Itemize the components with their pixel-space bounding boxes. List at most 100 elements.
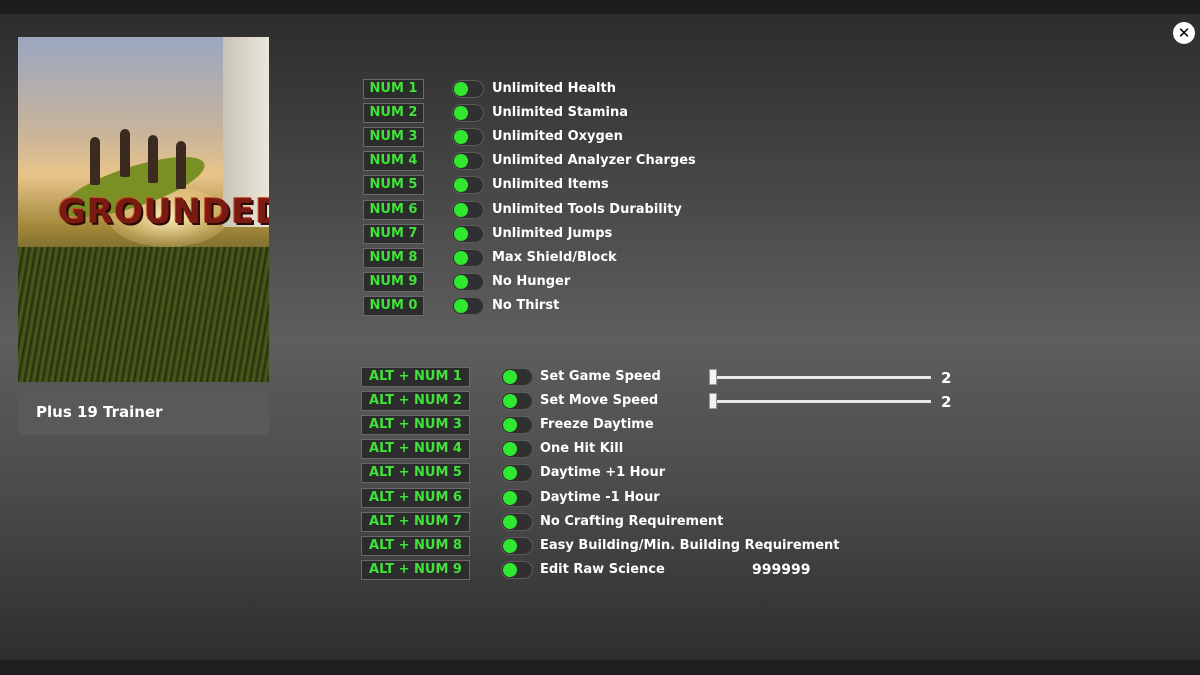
toggle-knob — [454, 202, 468, 217]
cheat-toggle[interactable] — [452, 104, 484, 123]
hotkey-badge: NUM 2 — [363, 103, 424, 124]
slider-value: 2 — [941, 369, 952, 387]
cheat-label: Unlimited Health — [492, 81, 616, 96]
cheat-toggle[interactable] — [501, 416, 533, 435]
toggle-knob — [503, 514, 517, 529]
cheat-toggle[interactable] — [452, 200, 484, 219]
cheat-label: No Hunger — [492, 273, 571, 289]
cheat-row: ALT + NUM 3 Freeze Daytime — [361, 415, 981, 436]
hotkey-badge: NUM 3 — [363, 127, 424, 148]
cheat-row: ALT + NUM 9 Edit Raw Science 999999 — [361, 559, 981, 580]
cheat-label: Unlimited Items — [492, 177, 609, 193]
cheat-label: Daytime +1 Hour — [540, 465, 666, 481]
toggle-knob — [503, 418, 517, 433]
cheat-label: Max Shield/Block — [492, 249, 617, 265]
toggle-knob — [454, 178, 468, 193]
cheat-row: NUM 1 Unlimited Health — [363, 79, 983, 99]
slider-track[interactable] — [713, 376, 931, 379]
cover-grass — [18, 247, 269, 382]
cheat-label: Set Game Speed — [540, 369, 661, 384]
toggle-knob — [503, 466, 517, 481]
cover-character — [176, 141, 186, 189]
hotkey-badge: NUM 1 — [363, 79, 424, 99]
cheat-row: NUM 7 Unlimited Jumps — [363, 223, 983, 244]
hotkey-badge: ALT + NUM 7 — [361, 511, 470, 532]
cover-character — [90, 137, 100, 185]
cheat-row: ALT + NUM 4 One Hit Kill — [361, 439, 981, 460]
cheat-toggle[interactable] — [501, 464, 533, 483]
cheat-label: No Thirst — [492, 297, 560, 313]
cheat-label: One Hit Kill — [540, 441, 624, 457]
cheat-label: Set Move Speed — [540, 393, 659, 409]
toggle-knob — [454, 226, 468, 241]
cheat-row: ALT + NUM 5 Daytime +1 Hour — [361, 463, 981, 484]
slider-thumb[interactable] — [709, 393, 717, 410]
toggle-knob — [503, 490, 517, 505]
cheat-toggle[interactable] — [501, 392, 533, 411]
cheat-row: NUM 5 Unlimited Items — [363, 175, 983, 196]
cheat-label: Unlimited Analyzer Charges — [492, 153, 696, 169]
cheat-label: Easy Building/Min. Building Requirement — [540, 537, 840, 553]
cover-character — [148, 135, 158, 183]
cheat-label: Unlimited Oxygen — [492, 129, 623, 145]
toggle-knob — [454, 274, 468, 289]
cheat-toggle[interactable] — [501, 560, 533, 579]
hotkey-badge: ALT + NUM 8 — [361, 535, 470, 556]
hotkey-badge: ALT + NUM 2 — [361, 391, 470, 412]
cheat-label: Unlimited Jumps — [492, 225, 613, 241]
hotkey-badge: ALT + NUM 9 — [361, 559, 470, 580]
hotkey-badge: NUM 5 — [363, 175, 424, 196]
trainer-title: Plus 19 Trainer — [18, 389, 269, 435]
hotkey-badge: ALT + NUM 4 — [361, 439, 470, 460]
value-input[interactable]: 999999 — [752, 560, 810, 580]
cheat-row: NUM 2 Unlimited Stamina — [363, 103, 983, 124]
cheat-label: No Crafting Requirement — [540, 513, 724, 529]
cheat-row: ALT + NUM 2 Set Move Speed 2 — [361, 391, 981, 412]
close-icon[interactable]: ✕ — [1173, 22, 1195, 44]
cheat-toggle[interactable] — [452, 224, 484, 243]
cheat-toggle[interactable] — [452, 128, 484, 147]
toggle-knob — [503, 562, 517, 577]
cheat-label: Freeze Daytime — [540, 417, 654, 433]
slider-track[interactable] — [713, 400, 931, 404]
cheat-toggle[interactable] — [501, 368, 533, 386]
cheat-toggle[interactable] — [501, 488, 533, 507]
cover-logo: GROUNDED — [58, 192, 269, 232]
cheat-toggle[interactable] — [452, 272, 484, 291]
slider-thumb[interactable] — [709, 369, 717, 385]
toggle-knob — [454, 154, 468, 169]
toggle-knob — [503, 370, 517, 384]
toggle-knob — [454, 250, 468, 265]
cheat-label: Daytime -1 Hour — [540, 489, 660, 505]
cheat-toggle[interactable] — [452, 152, 484, 171]
cheat-row: NUM 3 Unlimited Oxygen — [363, 127, 983, 148]
hotkey-badge: ALT + NUM 5 — [361, 463, 470, 484]
hotkey-badge: NUM 7 — [363, 223, 424, 244]
game-cover-image: GROUNDED — [18, 37, 269, 382]
cheat-label: Unlimited Stamina — [492, 105, 628, 121]
cheat-row: NUM 6 Unlimited Tools Durability — [363, 199, 983, 220]
toggle-knob — [503, 538, 517, 553]
cheat-toggle[interactable] — [452, 80, 484, 98]
cheat-toggle[interactable] — [452, 296, 484, 315]
title-bar — [0, 0, 1200, 14]
cheat-toggle[interactable] — [501, 512, 533, 531]
cheat-toggle[interactable] — [501, 440, 533, 459]
toggle-knob — [454, 298, 468, 313]
cheat-row: ALT + NUM 8 Easy Building/Min. Building R… — [361, 535, 981, 556]
cheat-row: NUM 9 No Hunger — [363, 271, 983, 292]
toggle-knob — [503, 442, 517, 457]
cheat-row: NUM 0 No Thirst — [363, 295, 983, 316]
cover-character — [120, 129, 130, 177]
bottom-bar — [0, 660, 1200, 675]
hotkey-badge: ALT + NUM 3 — [361, 415, 470, 436]
toggle-knob — [454, 130, 468, 145]
hotkey-badge: NUM 6 — [363, 199, 424, 220]
cheat-toggle[interactable] — [452, 176, 484, 195]
toggle-knob — [454, 82, 468, 96]
cheat-row: NUM 8 Max Shield/Block — [363, 247, 983, 268]
cheat-toggle[interactable] — [501, 536, 533, 555]
hotkey-badge: ALT + NUM 1 — [361, 367, 470, 387]
cheat-toggle[interactable] — [452, 248, 484, 267]
hotkey-badge: NUM 4 — [363, 151, 424, 172]
